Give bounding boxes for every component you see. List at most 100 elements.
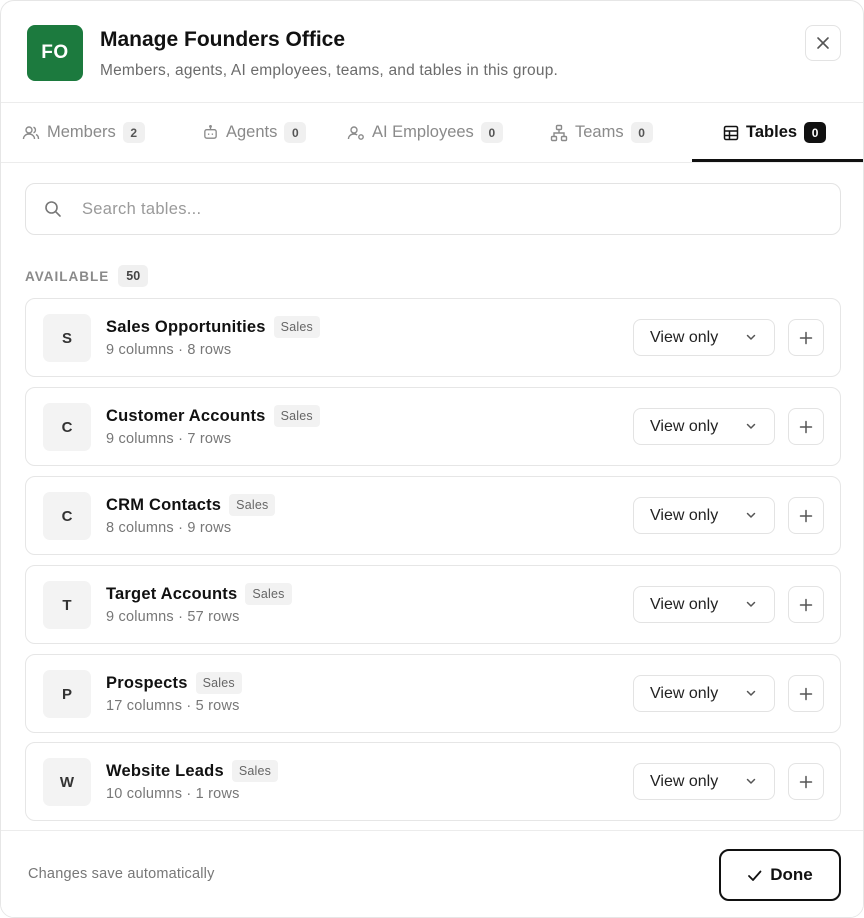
bot-icon	[204, 124, 217, 139]
table-name: Customer Accounts	[106, 406, 266, 425]
table-tag: Sales	[229, 494, 276, 516]
permission-value: View only	[650, 684, 719, 702]
tab-count: 0	[284, 122, 307, 143]
table-tag: Sales	[273, 316, 320, 338]
table-letter-avatar: P	[43, 670, 91, 718]
permission-select[interactable]: View only	[633, 675, 775, 712]
table-meta: 9 columns · 8 rows	[106, 342, 232, 358]
add-table-button[interactable]	[788, 319, 824, 356]
search-input[interactable]	[82, 199, 782, 219]
chevron-down-icon	[746, 690, 756, 696]
table-meta: 17 columns · 5 rows	[106, 698, 240, 714]
check-icon	[748, 870, 762, 881]
table-name: CRM Contacts	[106, 495, 222, 514]
table-letter-avatar: C	[43, 492, 91, 540]
table-row: T Target Accounts Sales 9 columns · 57 r…	[25, 565, 841, 644]
table-name: Website Leads	[106, 761, 224, 780]
manage-group-dialog: FO Manage Founders Office Members, agent…	[0, 0, 864, 918]
dialog-subtitle: Members, agents, AI employees, teams, an…	[100, 62, 559, 79]
permission-select[interactable]: View only	[633, 763, 775, 800]
tab-bar: Members 2 Agents 0 AI Employees 0 Teams …	[1, 103, 863, 163]
tab-label: Teams	[575, 123, 624, 141]
permission-value: View only	[650, 772, 719, 790]
table-meta: 10 columns · 1 rows	[106, 786, 240, 802]
table-row: S Sales Opportunities Sales 9 columns · …	[25, 298, 841, 377]
permission-value: View only	[650, 417, 719, 435]
table-row: P Prospects Sales 17 columns · 5 rows Vi…	[25, 654, 841, 733]
hierarchy-icon	[550, 124, 568, 141]
table-letter-avatar: S	[43, 314, 91, 362]
autosave-note: Changes save automatically	[28, 866, 215, 882]
chevron-down-icon	[746, 334, 756, 340]
tab-count: 2	[122, 122, 145, 143]
add-table-button[interactable]	[788, 763, 824, 800]
plus-icon	[799, 509, 813, 522]
permission-value: View only	[650, 506, 719, 524]
plus-icon	[799, 687, 813, 700]
available-count: 50	[118, 265, 149, 287]
dialog-title: Manage Founders Office	[100, 28, 346, 51]
add-table-button[interactable]	[788, 408, 824, 445]
search-icon	[45, 201, 61, 217]
plus-icon	[799, 331, 813, 344]
plus-icon	[799, 775, 813, 788]
plus-icon	[799, 598, 813, 611]
close-icon	[817, 37, 829, 49]
tab-count: 0	[480, 122, 503, 143]
plus-icon	[799, 420, 813, 433]
table-tag: Sales	[245, 583, 292, 605]
table-name: Prospects	[106, 673, 188, 692]
table-tag: Sales	[273, 405, 320, 427]
permission-select[interactable]: View only	[633, 319, 775, 356]
tab-teams[interactable]: Teams 0	[550, 103, 653, 162]
table-icon	[723, 125, 739, 140]
chevron-down-icon	[746, 601, 756, 607]
search-box	[25, 183, 841, 235]
tab-label: AI Employees	[372, 123, 474, 141]
done-button[interactable]: Done	[719, 849, 841, 901]
group-avatar: FO	[27, 25, 83, 81]
section-label: AVAILABLE	[25, 268, 110, 284]
table-letter-avatar: C	[43, 403, 91, 451]
tab-count: 0	[804, 122, 827, 143]
tab-label: Agents	[226, 123, 278, 141]
table-row: W Website Leads Sales 10 columns · 1 row…	[25, 742, 841, 821]
table-meta: 9 columns · 7 rows	[106, 431, 232, 447]
permission-value: View only	[650, 595, 719, 613]
add-table-button[interactable]	[788, 586, 824, 623]
dialog-header: FO Manage Founders Office Members, agent…	[1, 1, 863, 103]
add-table-button[interactable]	[788, 497, 824, 534]
users-icon	[22, 125, 40, 139]
table-row: C CRM Contacts Sales 8 columns · 9 rows …	[25, 476, 841, 555]
tab-label: Tables	[746, 123, 798, 141]
table-row: C Customer Accounts Sales 9 columns · 7 …	[25, 387, 841, 466]
tab-label: Members	[47, 123, 116, 141]
table-name: Sales Opportunities	[106, 317, 266, 336]
dialog-footer: Changes save automatically Done	[1, 830, 863, 917]
table-letter-avatar: T	[43, 581, 91, 629]
table-tag: Sales	[231, 760, 279, 782]
table-meta: 9 columns · 57 rows	[106, 609, 240, 625]
close-button[interactable]	[805, 25, 841, 61]
chevron-down-icon	[746, 512, 756, 518]
available-section-header: AVAILABLE 50	[25, 265, 149, 287]
tab-members[interactable]: Members 2	[22, 103, 145, 162]
table-letter-avatar: W	[43, 758, 91, 806]
add-table-button[interactable]	[788, 675, 824, 712]
done-label: Done	[770, 865, 813, 884]
table-name: Target Accounts	[106, 584, 238, 603]
ai-employee-icon	[347, 125, 364, 140]
chevron-down-icon	[746, 423, 756, 429]
permission-select[interactable]: View only	[633, 586, 775, 623]
tab-tables[interactable]: Tables 0	[723, 103, 827, 162]
tab-agents[interactable]: Agents 0	[202, 103, 307, 162]
permission-value: View only	[650, 328, 719, 346]
permission-select[interactable]: View only	[633, 497, 775, 534]
tab-ai-employees[interactable]: AI Employees 0	[347, 103, 503, 162]
table-tag: Sales	[195, 672, 242, 694]
table-meta: 8 columns · 9 rows	[106, 520, 232, 536]
active-tab-indicator	[692, 159, 863, 162]
tab-count: 0	[630, 122, 653, 143]
permission-select[interactable]: View only	[633, 408, 775, 445]
chevron-down-icon	[746, 778, 756, 784]
